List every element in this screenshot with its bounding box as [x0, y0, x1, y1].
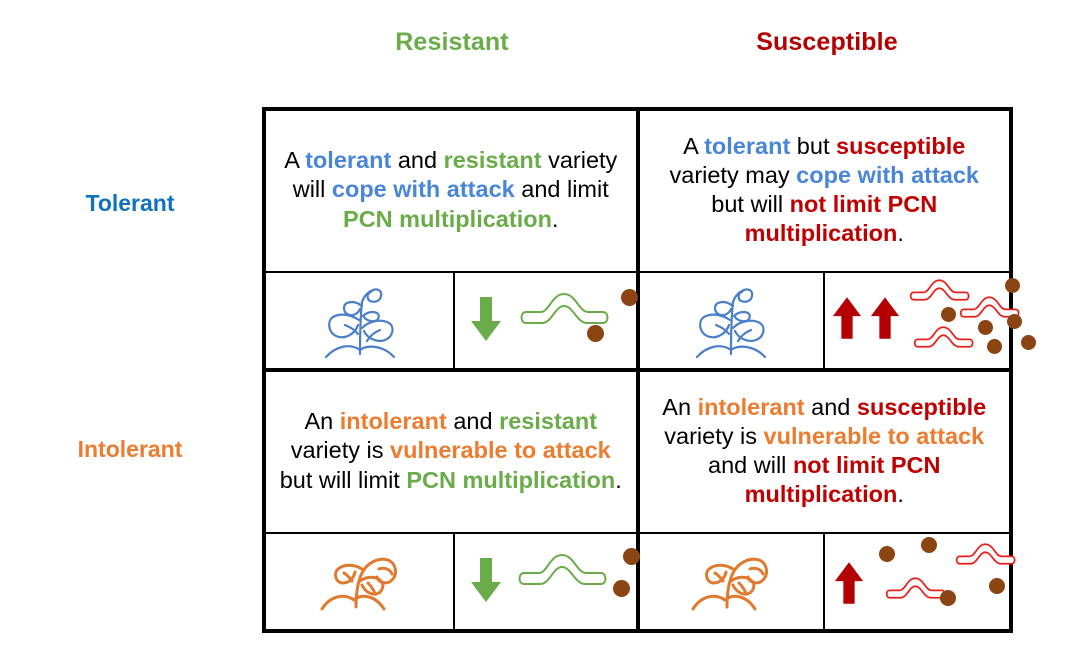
- text-run: but will limit: [279, 466, 407, 493]
- text-run: cope with attack: [331, 176, 515, 203]
- quadrant-text-intolerant-resistant: An intolerant and resistant variety is v…: [266, 372, 636, 532]
- text-run: but will: [711, 191, 790, 217]
- text-run: An: [662, 393, 698, 420]
- text-run: tolerant: [704, 132, 791, 159]
- quadrant-intolerant-susceptible: An intolerant and susceptible variety is…: [639, 372, 1016, 629]
- quadrant-tolerant-resistant: A tolerant and resistant variety will co…: [266, 111, 640, 368]
- pest-cell-tolerant-susceptible: [825, 273, 1036, 368]
- plant-cell-intolerant-susceptible: [640, 534, 825, 629]
- quadrant-text-intolerant-susceptible: An intolerant and susceptible variety is…: [640, 372, 1010, 532]
- text-run: vulnerable to attack: [763, 422, 985, 449]
- text-run: resistant: [443, 147, 542, 174]
- quadrant-tolerant-susceptible: A tolerant but susceptible variety may c…: [639, 111, 1036, 368]
- cyst-icon: [940, 307, 956, 322]
- icon-strip-tolerant-susceptible: [639, 271, 1036, 368]
- matrix-row-intolerant: An intolerant and resistant variety is v…: [266, 372, 1016, 629]
- plant-cell-tolerant-resistant: [266, 273, 455, 368]
- text-run: variety is: [664, 422, 764, 449]
- row-header-tolerant: Tolerant: [85, 190, 175, 216]
- cyst-icon: [939, 590, 956, 606]
- matrix-row-tolerant: A tolerant and resistant variety will co…: [266, 111, 1036, 372]
- text-run: and: [391, 147, 444, 174]
- text-run: and: [804, 393, 857, 420]
- text-run: A: [284, 147, 306, 174]
- down-arrow-icon: [471, 558, 501, 602]
- cyst-icon: [621, 289, 638, 306]
- down-arrow-icon: [471, 297, 501, 341]
- nematode-icon: [955, 543, 1016, 565]
- text-run: susceptible: [836, 132, 966, 159]
- healthy-seedling-icon: [324, 287, 395, 358]
- pest-cell-intolerant-susceptible: [825, 534, 1016, 629]
- text-run: PCN multiplication: [406, 466, 616, 493]
- text-run: vulnerable to attack: [390, 437, 611, 464]
- cyst-icon: [587, 325, 604, 342]
- text-run: .: [897, 220, 904, 247]
- text-run: variety is: [290, 437, 391, 464]
- text-run: A: [683, 132, 705, 159]
- cyst-icon: [920, 537, 937, 553]
- text-run: variety may: [669, 161, 797, 188]
- text-run: susceptible: [856, 393, 987, 420]
- cyst-icon: [623, 548, 640, 565]
- pest-cell-intolerant-resistant: [455, 534, 640, 629]
- up-arrow-icon: [834, 562, 863, 604]
- cyst-icon: [977, 320, 993, 335]
- quadrant-intolerant-resistant: An intolerant and resistant variety is v…: [266, 372, 640, 629]
- plant-cell-intolerant-resistant: [266, 534, 455, 629]
- text-run: resistant: [499, 408, 598, 435]
- wilting-plant-icon: [320, 557, 397, 610]
- column-header-resistant: Resistant: [395, 28, 509, 56]
- plant-cell-tolerant-susceptible: [640, 273, 825, 368]
- text-run: .: [551, 205, 559, 232]
- cyst-icon: [1006, 314, 1022, 329]
- pest-cell-tolerant-resistant: [455, 273, 638, 368]
- text-run: PCN multiplication: [343, 205, 552, 232]
- quadrant-paragraph: An intolerant and susceptible variety is…: [652, 393, 998, 510]
- icon-strip-intolerant-susceptible: [639, 532, 1016, 629]
- up-arrow-icon: [832, 297, 861, 339]
- quadrant-paragraph: An intolerant and resistant variety is v…: [278, 407, 624, 494]
- quadrant-paragraph: A tolerant and resistant variety will co…: [278, 146, 624, 233]
- icon-strip-tolerant-resistant: [266, 271, 638, 368]
- quadrant-paragraph: A tolerant but susceptible variety may c…: [652, 132, 998, 249]
- healthy-seedling-icon: [695, 287, 767, 358]
- up-arrow-icon: [870, 297, 899, 339]
- text-run: intolerant: [339, 408, 447, 435]
- cyst-icon: [613, 580, 630, 597]
- text-run: .: [615, 466, 622, 493]
- nematode-icon: [913, 326, 974, 348]
- text-run: .: [897, 481, 904, 508]
- quadrant-text-tolerant-susceptible: A tolerant but susceptible variety may c…: [640, 111, 1010, 271]
- cyst-icon: [1004, 278, 1020, 293]
- wilting-plant-icon: [691, 557, 768, 610]
- text-run: tolerant: [305, 147, 392, 174]
- tolerance-resistance-matrix: A tolerant and resistant variety will co…: [262, 107, 1036, 633]
- nematode-icon: [518, 553, 607, 585]
- row-header-intolerant: Intolerant: [77, 436, 183, 462]
- text-run: and limit: [514, 176, 609, 203]
- text-run: and will: [708, 452, 793, 478]
- cyst-icon: [1020, 335, 1036, 350]
- cyst-icon: [988, 578, 1005, 594]
- cyst-icon: [878, 546, 895, 562]
- nematode-icon: [885, 577, 946, 599]
- text-run: intolerant: [697, 393, 805, 420]
- text-run: but: [790, 132, 837, 159]
- text-run: An: [304, 408, 340, 435]
- quadrant-text-tolerant-resistant: A tolerant and resistant variety will co…: [266, 111, 636, 271]
- column-header-susceptible: Susceptible: [756, 28, 898, 56]
- icon-strip-intolerant-resistant: [266, 532, 640, 629]
- text-run: cope with attack: [796, 161, 979, 188]
- cyst-icon: [986, 339, 1002, 354]
- text-run: and: [446, 408, 500, 435]
